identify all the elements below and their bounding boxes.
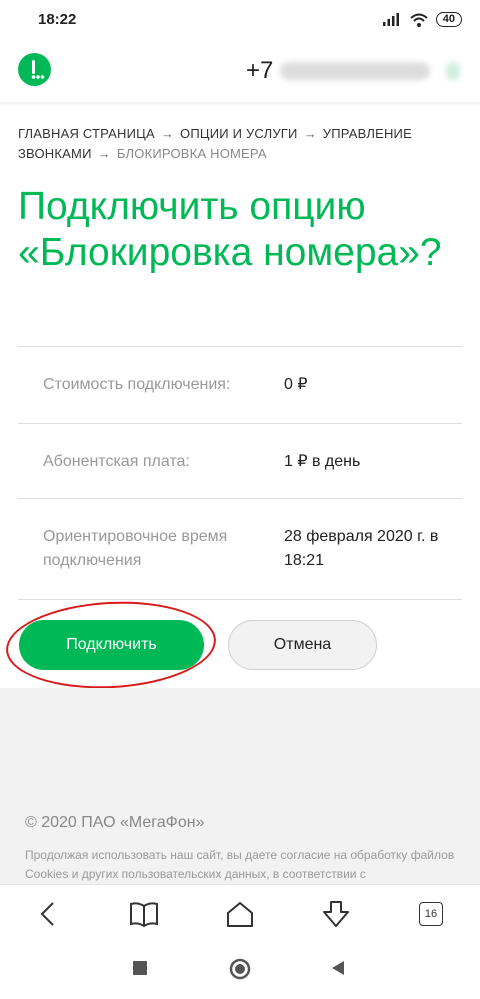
detail-row-connection-time: Ориентировочное время подключения 28 фев…	[18, 499, 462, 600]
phone-number[interactable]: +7	[246, 57, 273, 85]
home-icon[interactable]	[224, 899, 256, 929]
breadcrumb: Главная страница → Опции и услуги → Управлен…	[18, 124, 463, 164]
back-triangle-icon[interactable]	[330, 960, 346, 976]
breadcrumb-link-home[interactable]: Главная страница	[18, 126, 155, 141]
breadcrumb-link-options[interactable]: Опции и услуги	[180, 126, 298, 141]
home-circle-icon[interactable]	[229, 958, 251, 980]
system-navigation	[0, 942, 480, 999]
highlight-annotation	[3, 596, 219, 694]
recents-square-icon[interactable]	[132, 960, 148, 976]
detail-value: 28 февраля 2020 г. в 18:21	[284, 528, 439, 569]
detail-label: Стоимость подключения:	[43, 376, 231, 393]
megafon-logo-icon[interactable]	[18, 53, 51, 86]
balance-redacted	[446, 62, 460, 80]
copyright: © 2020 ПАО «МегаФон»	[25, 814, 205, 831]
signal-icon	[382, 13, 399, 26]
breadcrumb-arrow-icon: →	[97, 146, 111, 161]
breadcrumb-arrow-icon: →	[160, 126, 175, 141]
status-icons: 40	[382, 12, 462, 27]
phone-number-redacted	[280, 62, 430, 80]
status-time: 18:22	[38, 11, 77, 28]
detail-label: Абонентская плата:	[43, 453, 190, 470]
status-bar: 18:22 40	[0, 0, 480, 40]
breadcrumb-current: Блокировка номера	[116, 146, 267, 161]
page-title: Подключить опцию «Блокировка номера»?	[18, 185, 442, 274]
battery-indicator: 40	[435, 12, 462, 27]
detail-value: 1 ₽ в день	[284, 453, 361, 470]
detail-row-subscription-fee: Абонентская плата: 1 ₽ в день	[18, 424, 462, 499]
option-details: Стоимость подключения: 0 ₽ Абонентская п…	[18, 346, 462, 600]
site-header: +7	[0, 40, 480, 102]
detail-label: Ориентировочное время подключения	[43, 528, 228, 569]
wifi-icon	[410, 13, 428, 27]
tabs-icon[interactable]: 16	[415, 899, 447, 929]
download-icon[interactable]	[320, 899, 352, 929]
detail-row-connection-cost: Стоимость подключения: 0 ₽	[18, 347, 462, 424]
cookie-notice: Продолжая использовать наш сайт, вы дает…	[25, 848, 455, 881]
back-icon[interactable]	[32, 899, 64, 929]
bookmarks-book-icon[interactable]	[128, 899, 160, 929]
tabs-count: 16	[419, 902, 443, 926]
site-footer: © 2020 ПАО «МегаФон» Продолжая использов…	[0, 688, 480, 884]
browser-toolbar: 16	[0, 884, 480, 943]
detail-value: 0 ₽	[284, 376, 308, 393]
breadcrumb-arrow-icon: →	[303, 126, 317, 141]
cancel-button[interactable]: Отмена	[228, 620, 377, 670]
